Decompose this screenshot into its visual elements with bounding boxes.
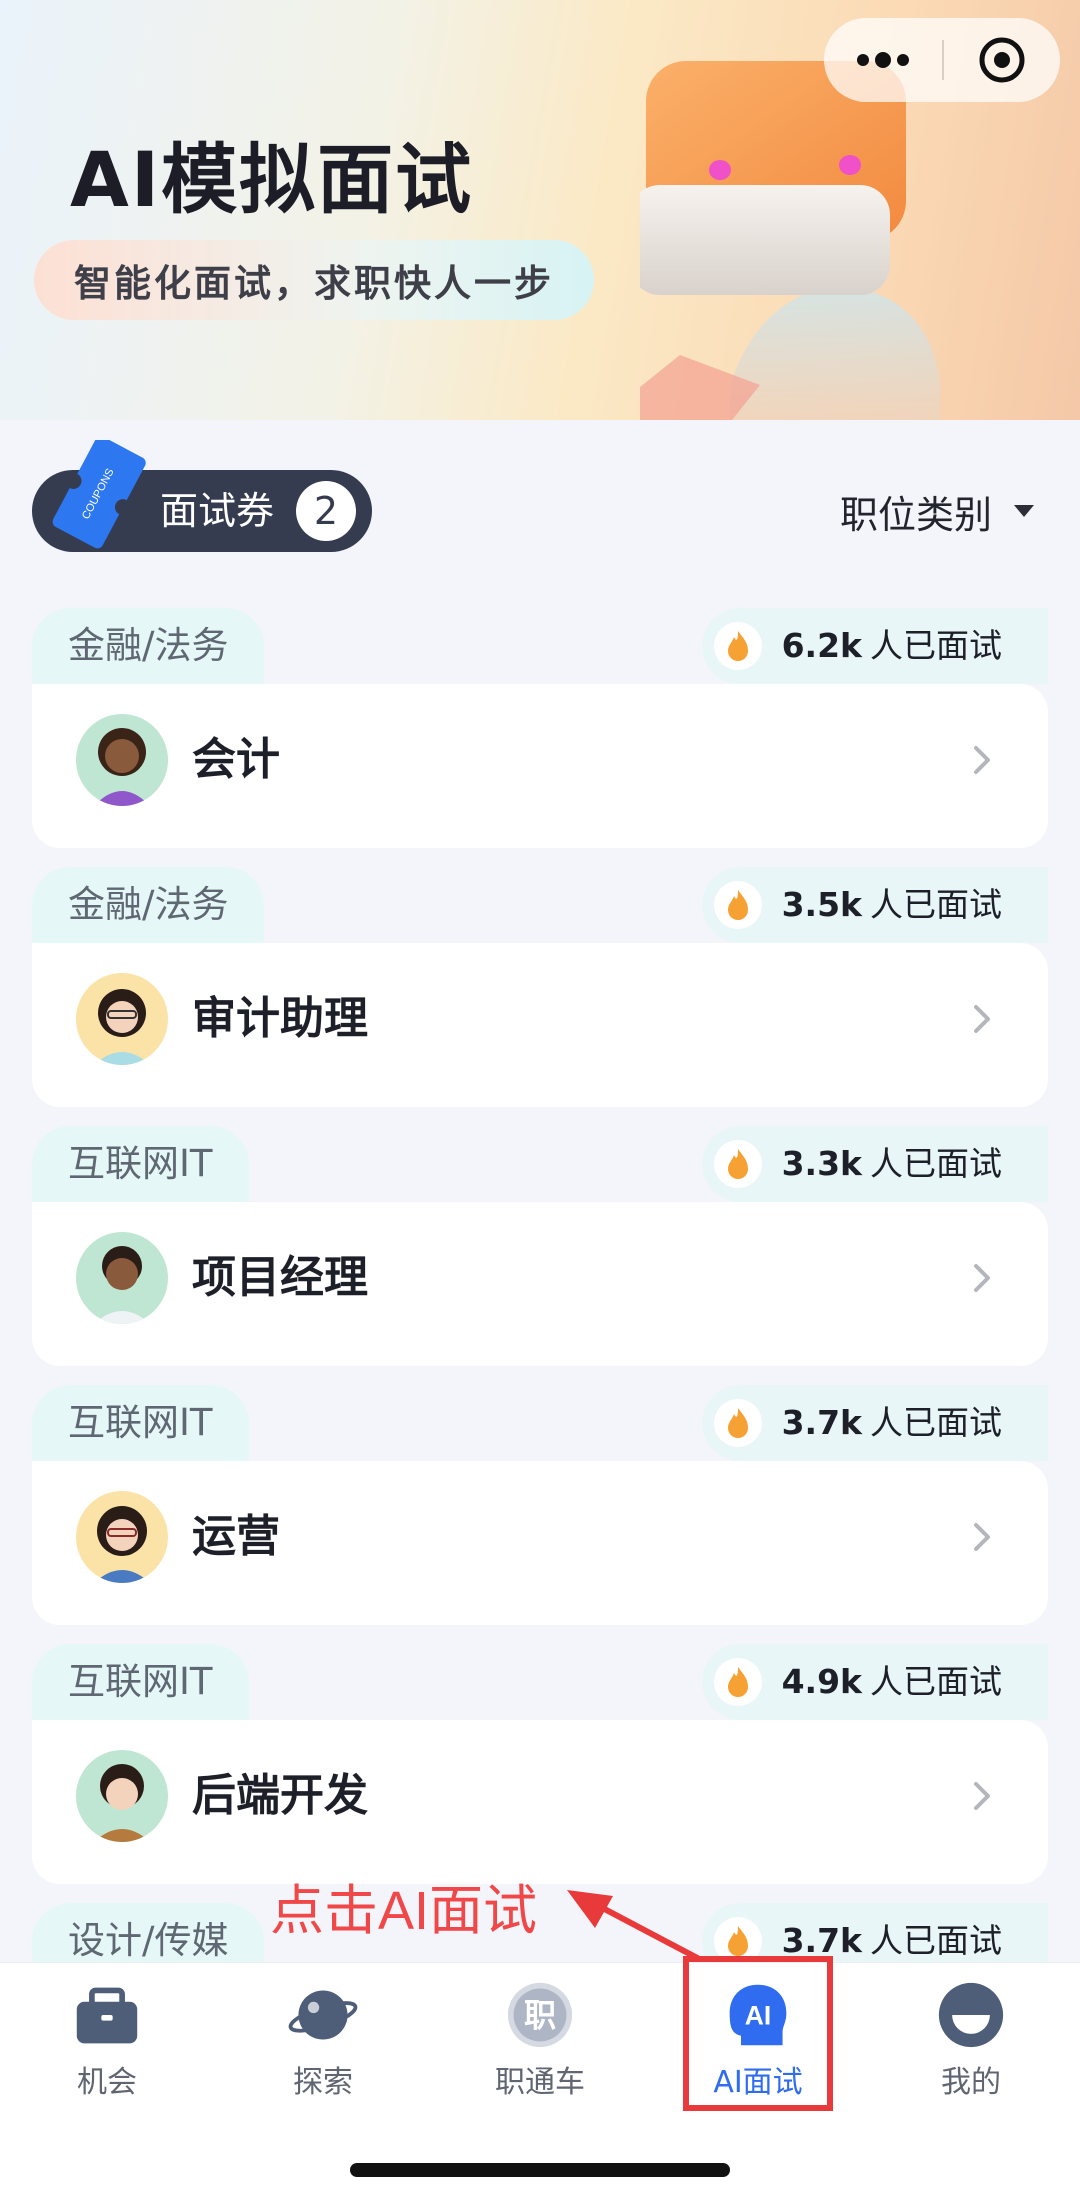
tab-label: 探索 [293, 2065, 353, 2100]
avatar [76, 714, 168, 806]
tab-profile[interactable]: 我的 [891, 1981, 1051, 2101]
job-card-body[interactable]: 项目经理 [32, 1202, 1048, 1366]
avatar [76, 1232, 168, 1324]
coupon-ticket-icon: COUPONS [52, 440, 146, 549]
interview-count: 3.3k 人已面试 [701, 1126, 1048, 1202]
planet-icon [288, 1990, 358, 2040]
flame-icon [713, 881, 762, 929]
more-dots-icon[interactable] [824, 18, 942, 102]
chevron-right-icon [974, 1782, 990, 1810]
interview-count-suffix: 人已面试 [870, 626, 1002, 665]
job-category-tag: 互联网IT [32, 1644, 249, 1720]
interview-count-value: 3.5k [781, 885, 862, 924]
job-card[interactable]: 金融/法务 6.2k 人已面试 会计 [32, 608, 1048, 848]
tab-label: 我的 [941, 2065, 1001, 2100]
chevron-right-icon [974, 1523, 990, 1551]
interview-count-value: 3.7k [781, 1403, 862, 1442]
chevron-right-icon [974, 1005, 990, 1033]
interview-count-value: 6.2k [781, 626, 862, 665]
zhi-glyph: 职 [524, 1996, 556, 2034]
tab-opportunity[interactable]: 机会 [27, 1981, 187, 2101]
job-title: 会计 [192, 734, 280, 785]
chevron-right-icon [974, 1264, 990, 1292]
interview-count-suffix: 人已面试 [870, 1144, 1002, 1183]
interview-count-suffix: 人已面试 [870, 1921, 1002, 1960]
home-indicator [350, 2163, 730, 2177]
interview-count-value: 4.9k [781, 1662, 862, 1701]
avatar [76, 1750, 168, 1842]
robot-mascot-illustration [640, 61, 940, 420]
miniprogram-capsule [824, 18, 1060, 102]
job-card[interactable]: 互联网IT 3.7k 人已面试 运营 [32, 1385, 1048, 1625]
bottom-tab-bar: 机会 探索 职 职通车 AI AI面试 我的 [0, 1962, 1080, 2187]
job-card-body[interactable]: 会计 [32, 684, 1048, 848]
interview-count: 6.2k 人已面试 [701, 608, 1048, 684]
dropdown-triangle-icon [1014, 505, 1034, 517]
tab-explore[interactable]: 探索 [243, 1981, 403, 2101]
interview-count-value: 3.3k [781, 1144, 862, 1183]
flame-icon [713, 1658, 762, 1706]
interview-count: 3.7k 人已面试 [701, 1385, 1048, 1461]
job-card-body[interactable]: 运营 [32, 1461, 1048, 1625]
page-title: AI模拟面试 [70, 135, 474, 224]
highlight-box [683, 1956, 833, 2111]
coupon-count-badge: 2 [296, 481, 356, 541]
flame-icon [713, 1399, 762, 1447]
tab-label: 职通车 [495, 2065, 585, 2100]
job-category-tag: 金融/法务 [32, 608, 265, 684]
interview-count: 3.5k 人已面试 [701, 867, 1048, 943]
job-card[interactable]: 金融/法务 3.5k 人已面试 审计助理 [32, 867, 1048, 1107]
job-card-body[interactable]: 后端开发 [32, 1720, 1048, 1884]
job-title: 后端开发 [192, 1770, 368, 1821]
annotation-text: 点击AI面试 [270, 1881, 538, 1941]
avatar [76, 1491, 168, 1583]
avatar [76, 973, 168, 1065]
job-category-tag: 互联网IT [32, 1385, 249, 1461]
job-category-tag: 金融/法务 [32, 867, 265, 943]
job-category-tag: 互联网IT [32, 1126, 249, 1202]
job-category-dropdown[interactable]: 职位类别 [840, 478, 1034, 544]
job-card[interactable]: 互联网IT 3.3k 人已面试 项目经理 [32, 1126, 1048, 1366]
briefcase-icon [76, 1987, 138, 2044]
job-title: 项目经理 [192, 1252, 368, 1303]
interview-count-suffix: 人已面试 [870, 1403, 1002, 1442]
flame-icon [713, 622, 762, 670]
interview-count: 4.9k 人已面试 [701, 1644, 1048, 1720]
job-card-body[interactable]: 审计助理 [32, 943, 1048, 1107]
job-title: 运营 [192, 1511, 280, 1562]
flame-icon [713, 1140, 762, 1188]
target-close-icon[interactable] [944, 18, 1060, 102]
interview-count-value: 3.7k [781, 1921, 862, 1960]
interview-count-suffix: 人已面试 [870, 885, 1002, 924]
zhi-badge-icon: 职 [507, 1982, 573, 2048]
job-card[interactable]: 互联网IT 4.9k 人已面试 后端开发 [32, 1644, 1048, 1884]
chevron-right-icon [974, 746, 990, 774]
interview-count-suffix: 人已面试 [870, 1662, 1002, 1701]
coupon-label: 面试券 [160, 489, 275, 533]
profile-icon [938, 1982, 1004, 2048]
tab-label: 机会 [77, 2065, 137, 2100]
tab-zhitongche[interactable]: 职 职通车 [460, 1981, 620, 2101]
job-category-label: 职位类别 [839, 492, 992, 537]
job-title: 审计助理 [192, 993, 368, 1044]
page-subtitle: 智能化面试，求职快人一步 [34, 240, 594, 320]
